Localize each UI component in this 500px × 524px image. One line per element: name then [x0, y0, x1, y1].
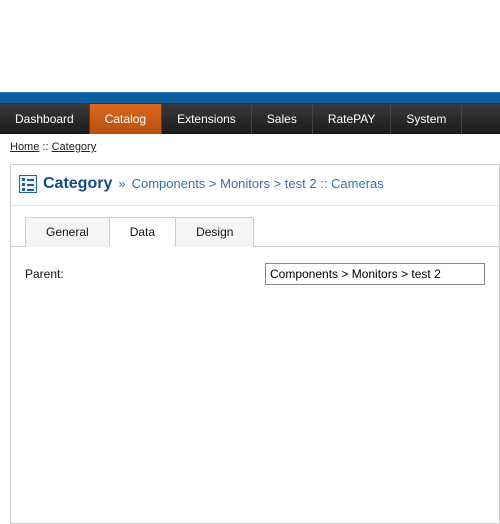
nav-system[interactable]: System: [391, 104, 462, 134]
form-area: Parent:: [11, 247, 499, 301]
nav-dashboard[interactable]: Dashboard: [0, 104, 90, 134]
category-icon: [19, 175, 37, 193]
parent-input[interactable]: [265, 263, 485, 285]
page-title: Category: [43, 175, 112, 193]
heading-path: Components > Monitors > test 2 :: Camera…: [132, 176, 384, 191]
header-spacer: [0, 0, 500, 92]
breadcrumb-home[interactable]: Home: [10, 141, 39, 153]
parent-label: Parent:: [25, 267, 265, 281]
tabs: General Data Design: [11, 206, 499, 247]
nav-sales[interactable]: Sales: [252, 104, 313, 134]
tab-data[interactable]: Data: [109, 217, 176, 247]
panel-heading: Category » Components > Monitors > test …: [11, 165, 499, 206]
breadcrumb-sep: ::: [39, 141, 51, 153]
breadcrumb-category[interactable]: Category: [52, 141, 97, 153]
nav-extensions[interactable]: Extensions: [162, 104, 252, 134]
heading-raquo: »: [118, 176, 125, 191]
nav-catalog[interactable]: Catalog: [90, 104, 162, 134]
breadcrumb: Home :: Category: [0, 134, 500, 160]
nav-ratepay[interactable]: RatePAY: [313, 104, 392, 134]
form-row-parent: Parent:: [25, 263, 485, 285]
main-nav: Dashboard Catalog Extensions Sales RateP…: [0, 104, 500, 134]
tab-design[interactable]: Design: [175, 217, 254, 247]
tab-general[interactable]: General: [25, 217, 110, 247]
content-panel: Category » Components > Monitors > test …: [10, 164, 500, 524]
header-stripe: [0, 92, 500, 104]
